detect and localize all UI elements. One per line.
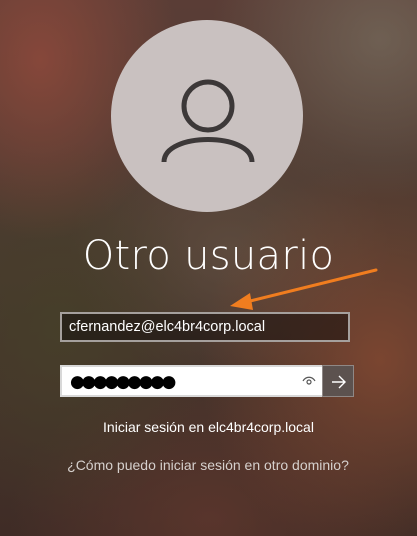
username-field[interactable]: cfernandez@elc4br4corp.local [60, 312, 350, 342]
password-field[interactable]: ●●●●●●●●● [60, 365, 322, 397]
user-avatar [111, 20, 303, 212]
submit-button[interactable] [322, 365, 354, 397]
user-display-name: Otro usuario [82, 233, 335, 279]
eye-icon[interactable] [302, 376, 316, 386]
lock-screen: Otro usuario cfernandez@elc4br4corp.loca… [0, 0, 417, 536]
password-masked-value: ●●●●●●●●● [70, 372, 176, 392]
arrow-right-icon [332, 375, 346, 389]
user-silhouette-icon [161, 79, 255, 163]
signin-domain-text: Iniciar sesión en elc4br4corp.local [103, 419, 314, 435]
other-domain-link[interactable]: ¿Cómo puedo iniciar sesión en otro domin… [58, 455, 358, 475]
